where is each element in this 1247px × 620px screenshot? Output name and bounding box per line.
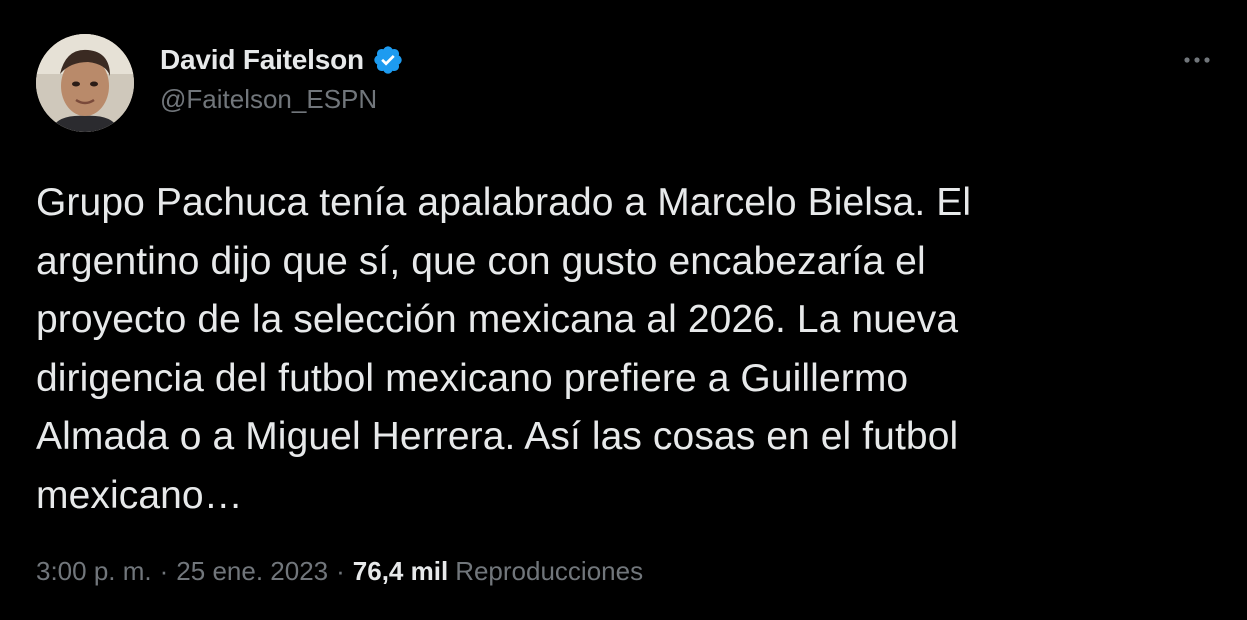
tweet-date[interactable]: 25 ene. 2023 bbox=[176, 556, 328, 587]
tweet-meta: 3:00 p. m. · 25 ene. 2023 · 76,4 mil Rep… bbox=[36, 556, 643, 587]
views-label: Reproducciones bbox=[455, 556, 644, 586]
tweet-text: Grupo Pachuca tenía apalabrado a Marcelo… bbox=[36, 181, 972, 517]
meta-separator: · bbox=[336, 556, 345, 586]
avatar-image bbox=[36, 34, 134, 132]
avatar[interactable] bbox=[36, 34, 134, 132]
views-count[interactable]: 76,4 mil bbox=[353, 556, 448, 587]
verified-badge-icon bbox=[372, 44, 404, 76]
author-handle[interactable]: @Faitelson_ESPN bbox=[160, 84, 404, 115]
more-dots-icon[interactable] bbox=[1179, 50, 1215, 70]
tweet-card: David Faitelson @Faitelson_ESPN Grupo Pa… bbox=[0, 0, 1247, 620]
author-info: David Faitelson @Faitelson_ESPN bbox=[160, 42, 404, 115]
author-display-name[interactable]: David Faitelson bbox=[160, 44, 364, 76]
name-row: David Faitelson bbox=[160, 42, 404, 78]
tweet-time[interactable]: 3:00 p. m. bbox=[36, 556, 152, 587]
meta-separator: · bbox=[159, 556, 169, 586]
